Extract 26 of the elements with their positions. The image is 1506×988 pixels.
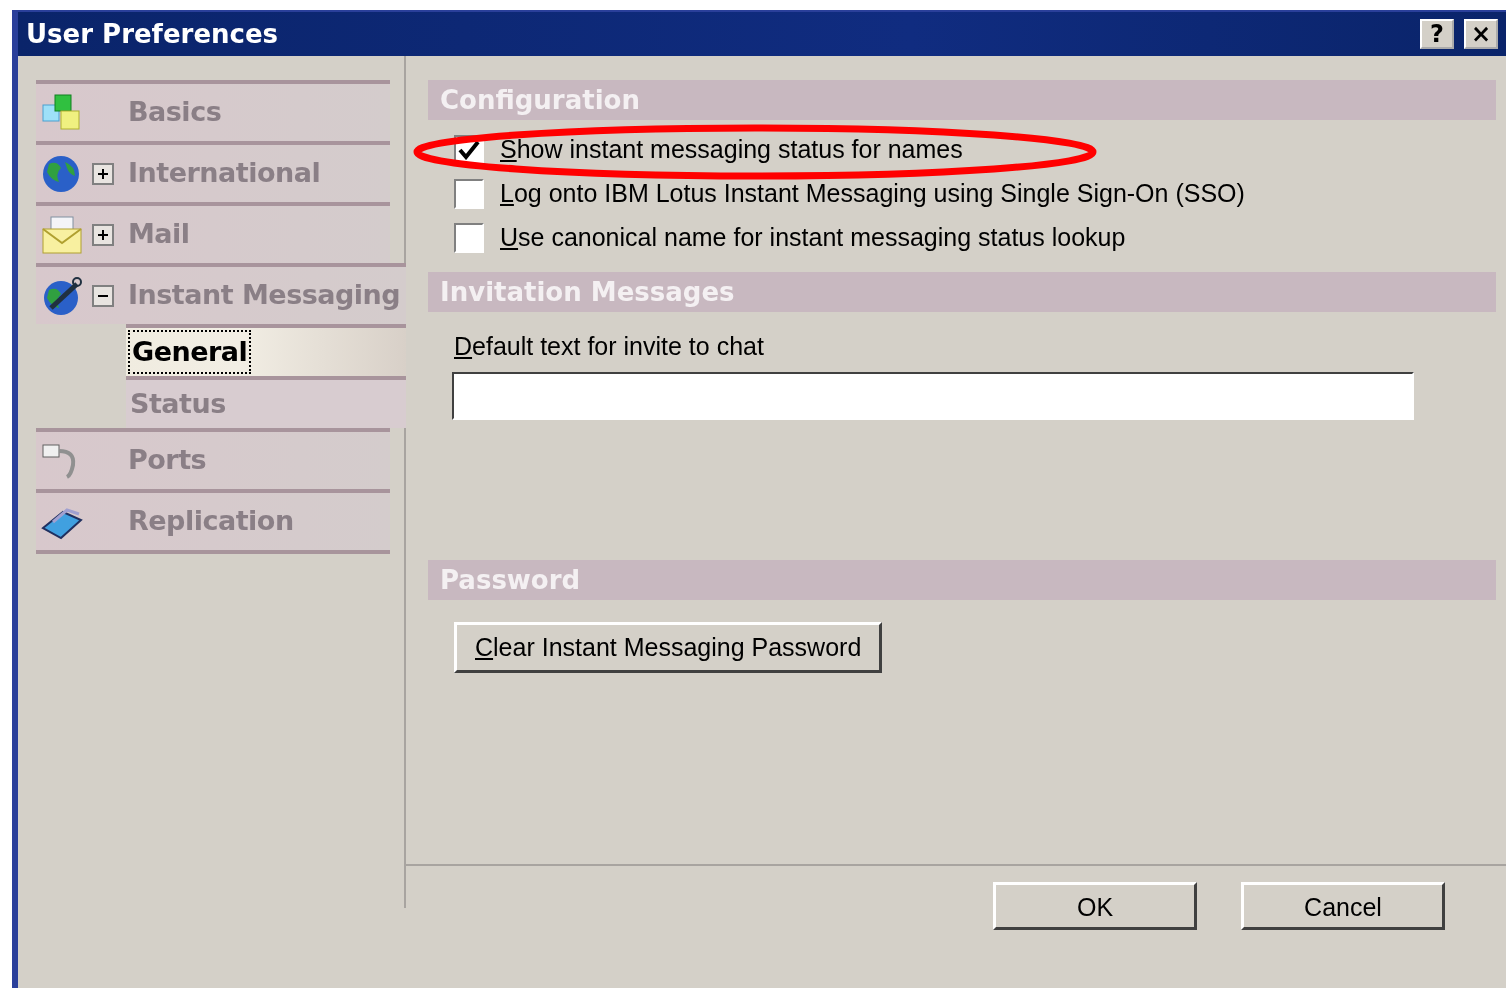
section-header: Configuration <box>428 80 1496 120</box>
help-button[interactable]: ? <box>1420 19 1454 49</box>
sidebar-item[interactable]: Mail <box>36 202 390 263</box>
checkbox[interactable] <box>454 223 484 253</box>
checkbox-label: Use canonical name for instant messaging status lookup <box>500 222 1126 254</box>
expand-icon[interactable] <box>92 223 114 246</box>
cancel-button[interactable]: Cancel <box>1241 882 1445 930</box>
envelope-icon <box>40 214 84 255</box>
section-header: Password <box>428 559 1496 600</box>
checkbox-label: Log onto IBM Lotus Instant Messaging using Single Sign-On (SSO) <box>500 178 1245 210</box>
expand-icon[interactable] <box>92 162 114 185</box>
sidebar-item[interactable]: Replication <box>36 489 390 550</box>
ok-button[interactable]: OK <box>993 882 1197 930</box>
checkbox-label: Show instant messaging status for names <box>500 134 963 166</box>
sidebar-item[interactable]: Instant Messaging <box>36 263 406 324</box>
close-button[interactable]: × <box>1464 19 1498 49</box>
sidebar-item[interactable]: International <box>36 141 390 202</box>
clear-password-button[interactable]: Clear Instant Messaging Password <box>454 621 883 673</box>
collapse-icon[interactable] <box>92 284 114 307</box>
sidebar-item[interactable]: Basics <box>36 80 390 141</box>
window-title: User Preferences <box>26 17 279 51</box>
field-label: Default text for invite to chat <box>453 331 765 362</box>
checkbox[interactable] <box>454 179 484 209</box>
sidebar-item[interactable]: Ports <box>36 428 390 489</box>
text-field[interactable] <box>452 371 1414 420</box>
section-header: Invitation Messages <box>428 272 1496 312</box>
